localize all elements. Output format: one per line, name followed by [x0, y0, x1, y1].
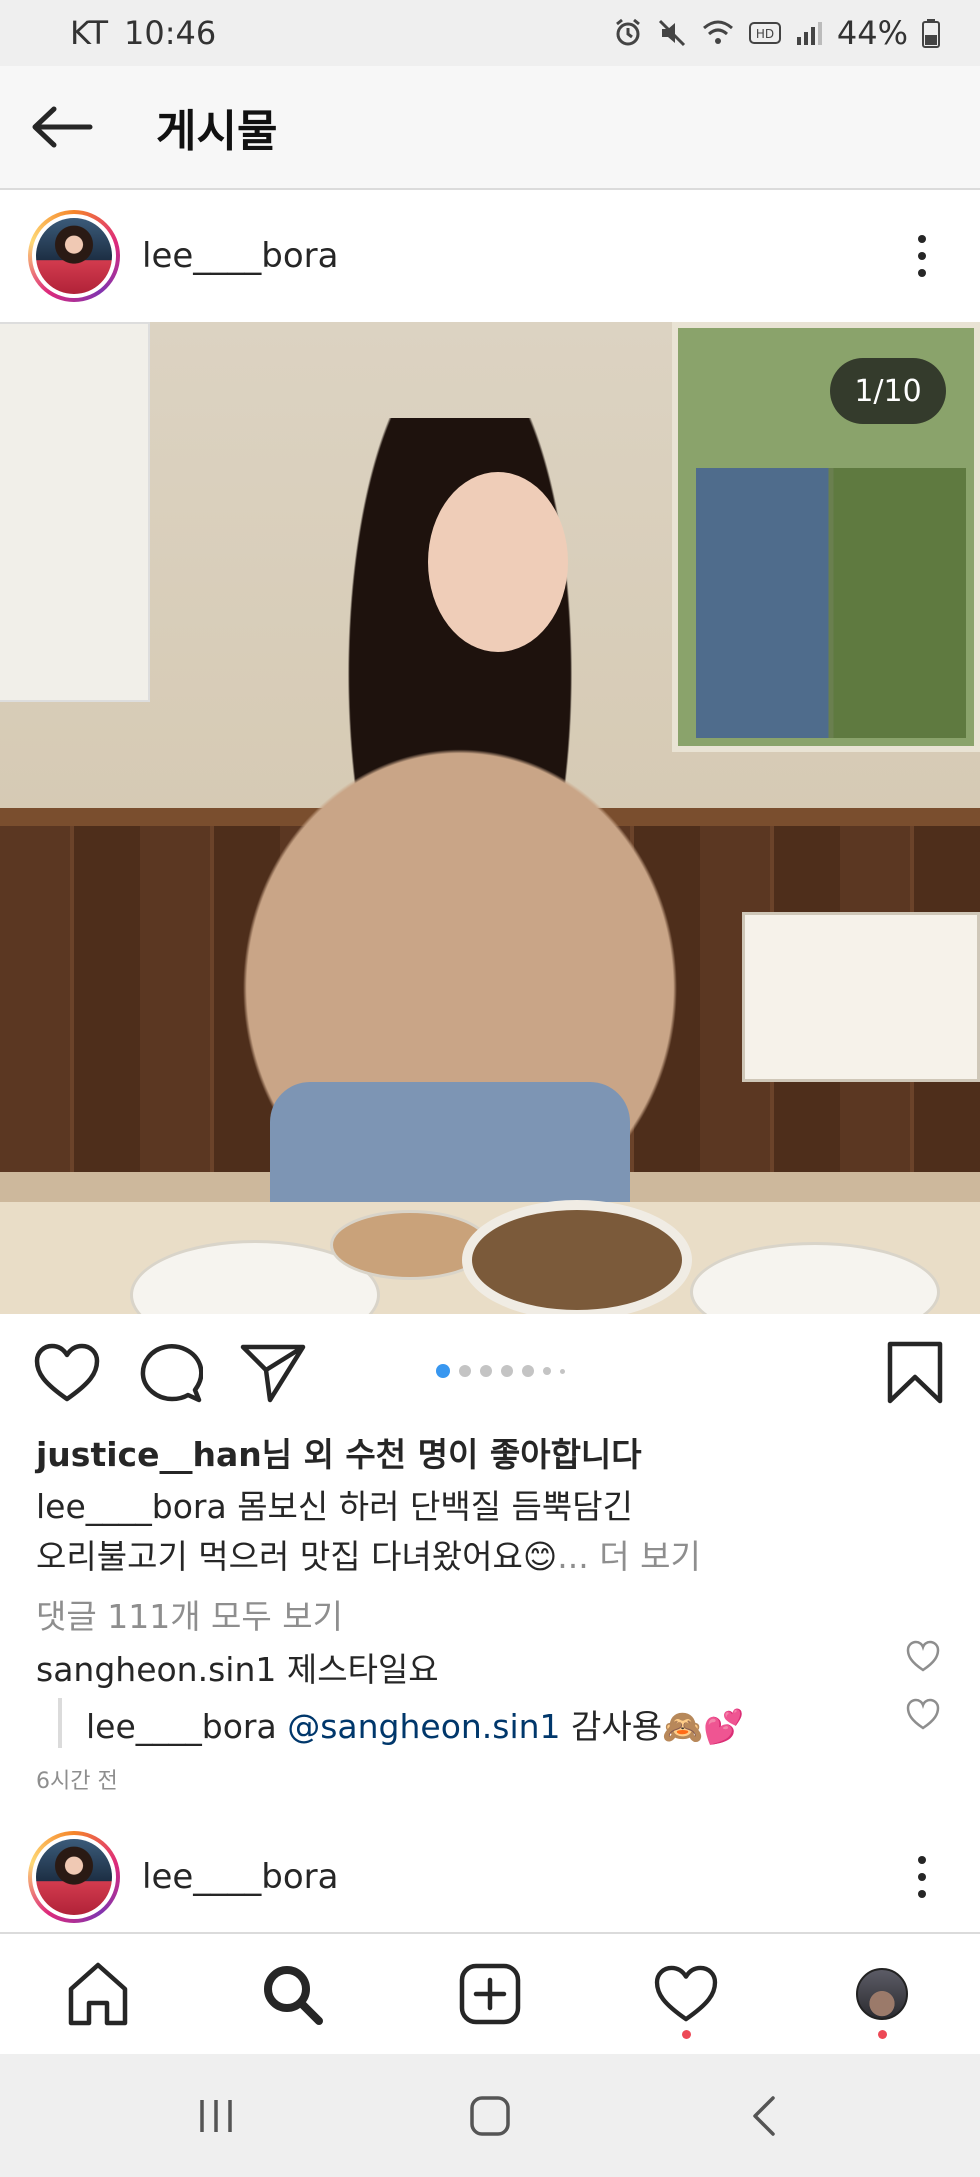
- post-username[interactable]: lee____bora: [142, 236, 882, 276]
- mute-icon: [658, 19, 685, 47]
- carousel-dot: [501, 1365, 513, 1377]
- app-header: 게시물: [0, 66, 980, 190]
- more-dot-icon: [918, 235, 926, 243]
- nav-profile[interactable]: [842, 1954, 922, 2034]
- next-post-avatar[interactable]: [28, 1831, 120, 1923]
- caption-username[interactable]: lee____bora: [36, 1487, 227, 1526]
- send-icon: [240, 1344, 306, 1403]
- next-post-header: lee____bora: [0, 1822, 980, 1932]
- clock: 10:46: [124, 14, 217, 52]
- status-left: KT 10:46: [70, 14, 216, 52]
- person-face: [428, 472, 568, 652]
- home-icon: [68, 1962, 128, 2026]
- nav-new-post[interactable]: [450, 1954, 530, 2034]
- hd-voice-icon: HD: [748, 22, 781, 44]
- activity-notification-dot: [682, 2030, 691, 2039]
- bottom-nav: [0, 1932, 980, 2054]
- system-back-button[interactable]: [724, 2084, 804, 2148]
- post-timestamp: 6시간 전: [36, 1769, 118, 1794]
- home-button[interactable]: [450, 2084, 530, 2148]
- carousel-indicator: [436, 1364, 565, 1378]
- page-title: 게시물: [156, 106, 278, 157]
- reply-mention[interactable]: @sangheon.sin1: [277, 1707, 560, 1746]
- nav-home[interactable]: [58, 1954, 138, 2034]
- comment-text: 제스타일요: [276, 1650, 439, 1689]
- caption: lee____bora 몸보신 하러 단백질 듬뿍담긴 오리불고기 먹으러 맛집…: [36, 1482, 936, 1582]
- reply-text: 감사용🙈💕: [560, 1707, 745, 1746]
- activity-icon: [654, 1965, 718, 2022]
- reply-divider: [58, 1698, 62, 1748]
- carousel-dot: [560, 1368, 565, 1374]
- likes-summary[interactable]: justice__han님 외 수천 명이 좋아합니다: [36, 1428, 642, 1476]
- battery-percent: 44%: [836, 14, 908, 52]
- caption-more-link[interactable]: ... 더 보기: [557, 1537, 701, 1576]
- comment-icon: [140, 1344, 203, 1403]
- caption-line-2: 오리불고기 먹으러 맛집 다녀왔어요😊: [36, 1537, 558, 1576]
- like-button[interactable]: [32, 1338, 102, 1408]
- back-button-icon: [753, 2096, 775, 2136]
- post-header: lee____bora: [0, 190, 980, 322]
- search-icon: [264, 1966, 323, 2025]
- caption-line-1: 몸보신 하러 단백질 듬뿍담긴: [226, 1487, 633, 1526]
- nav-activity[interactable]: [646, 1954, 726, 2034]
- reply-like-icon[interactable]: [906, 1698, 940, 1732]
- image-counter: 1/10: [830, 358, 946, 424]
- battery-icon: [922, 19, 940, 48]
- next-post-more-button[interactable]: [882, 1827, 962, 1927]
- comment: sangheon.sin1 제스타일요: [36, 1643, 439, 1691]
- carousel-dot: [522, 1365, 534, 1377]
- carousel-dot: [480, 1365, 492, 1377]
- wifi-icon: [702, 20, 733, 44]
- status-icons: HD 44%: [613, 14, 940, 52]
- carousel-dot: [459, 1365, 471, 1377]
- recent-apps-button[interactable]: [176, 2084, 256, 2148]
- likes-user[interactable]: justice__han: [36, 1435, 262, 1474]
- carousel-dot: [543, 1367, 551, 1375]
- wall-sign: [742, 912, 980, 1082]
- home-button-icon: [470, 2096, 510, 2136]
- avatar-image: [36, 218, 112, 294]
- profile-icon: [856, 1968, 908, 2020]
- share-button[interactable]: [238, 1338, 308, 1408]
- arrow-left-icon: [32, 106, 93, 148]
- next-post-username[interactable]: lee____bora: [142, 1857, 882, 1897]
- status-bar: KT 10:46 HD 44%: [0, 0, 980, 66]
- save-button[interactable]: [880, 1338, 950, 1408]
- comment-button[interactable]: [136, 1338, 206, 1408]
- reply-username[interactable]: lee____bora: [86, 1707, 277, 1746]
- bookmark-icon: [887, 1341, 943, 1404]
- new-post-icon: [459, 1963, 521, 2025]
- profile-notification-dot: [878, 2030, 887, 2039]
- signal-icon: [796, 22, 822, 45]
- recent-apps-icon: [200, 2100, 232, 2132]
- nav-search[interactable]: [252, 1954, 332, 2034]
- carrier-label: KT: [70, 14, 109, 52]
- system-nav-bar: [0, 2054, 980, 2177]
- avatar[interactable]: [28, 210, 120, 302]
- alarm-icon: [615, 18, 640, 46]
- carousel-dot: [436, 1364, 450, 1378]
- more-options-button[interactable]: [882, 206, 962, 306]
- back-button[interactable]: [2, 65, 122, 189]
- likes-text: 님 외 수천 명이 좋아합니다: [261, 1435, 642, 1474]
- post-image[interactable]: [0, 322, 980, 1314]
- reply-comment: lee____bora @sangheon.sin1 감사용🙈💕: [86, 1700, 744, 1748]
- comment-username[interactable]: sangheon.sin1: [36, 1650, 276, 1689]
- wall-calendar: [0, 322, 150, 702]
- heart-icon: [34, 1343, 100, 1402]
- comment-like-icon[interactable]: [906, 1640, 940, 1674]
- view-all-comments-link[interactable]: 댓글 111개 모두 보기: [36, 1590, 343, 1638]
- svg-text:HD: HD: [756, 27, 774, 41]
